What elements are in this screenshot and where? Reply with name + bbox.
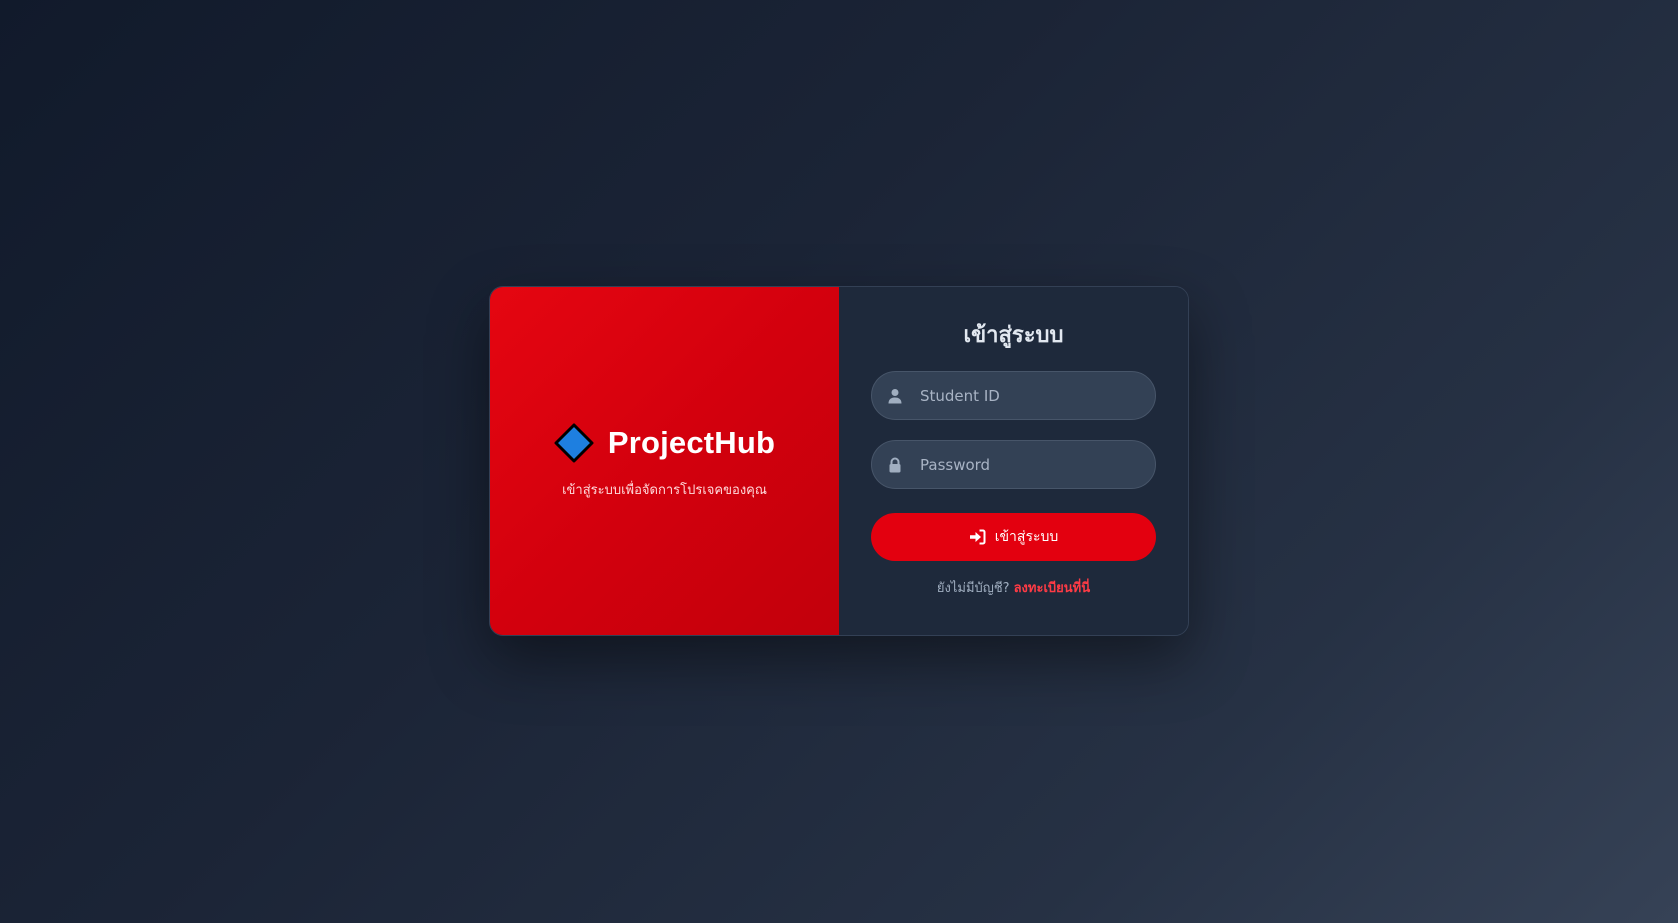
login-button[interactable]: เข้าสู่ระบบ xyxy=(871,513,1156,561)
blue-diamond-icon xyxy=(554,423,594,462)
brand-tagline: เข้าสู่ระบบเพื่อจัดการโปรเจคของคุณ xyxy=(562,482,767,498)
brand-row: ProjectHub xyxy=(554,423,775,463)
register-prompt: ยังไม่มีบัญชี? xyxy=(936,581,1010,596)
login-title: เข้าสู่ระบบ xyxy=(963,323,1064,348)
user-icon xyxy=(888,388,902,403)
student-id-field xyxy=(871,371,1156,420)
register-prompt-line: ยังไม่มีบัญชี? ลงทะเบียนที่นี่ xyxy=(937,577,1090,598)
password-field xyxy=(871,440,1156,489)
brand-name: ProjectHub xyxy=(607,424,776,460)
sign-in-icon xyxy=(969,529,986,545)
login-card: ProjectHub เข้าสู่ระบบเพื่อจัดการโปรเจคข… xyxy=(489,286,1189,636)
lock-icon xyxy=(889,457,901,472)
login-button-label: เข้าสู่ระบบ xyxy=(994,529,1059,545)
register-link[interactable]: ลงทะเบียนที่นี่ xyxy=(1014,581,1091,596)
brand-panel: ProjectHub เข้าสู่ระบบเพื่อจัดการโปรเจคข… xyxy=(490,287,839,635)
password-input[interactable] xyxy=(872,441,1155,488)
login-form-panel: เข้าสู่ระบบ เข้าสู่ระบบ ยังไม่มีบัญชี?ล xyxy=(839,287,1188,635)
student-id-input[interactable] xyxy=(872,372,1155,419)
